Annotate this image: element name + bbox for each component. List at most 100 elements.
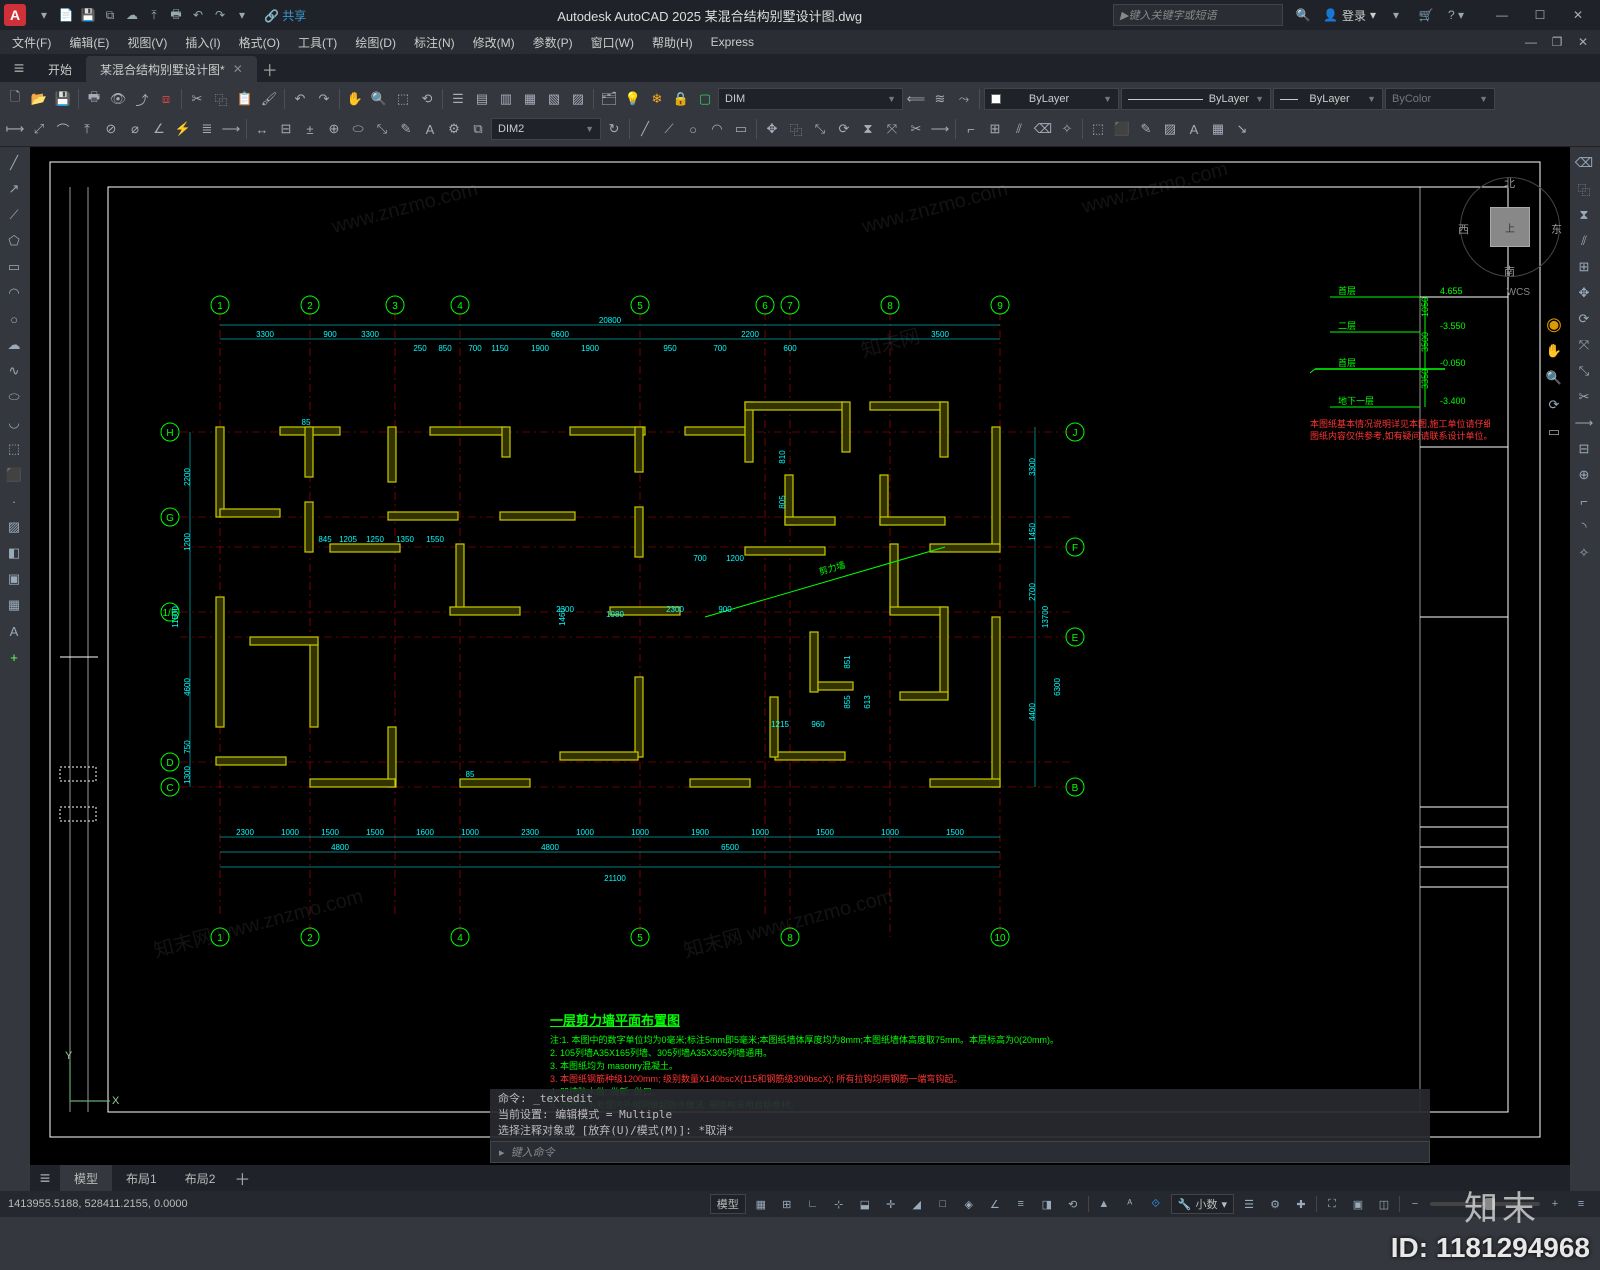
tab-layout1[interactable]: 布局1 — [112, 1165, 171, 1191]
command-input[interactable]: ▸ 键入命令 — [490, 1141, 1430, 1163]
dim-dia-icon[interactable]: ⌀ — [124, 118, 146, 140]
drawing-canvas[interactable]: 1 2 3 4 5 6 7 8 9 1 2 4 5 8 10 H — [30, 147, 1570, 1191]
rib-zoomwin-icon[interactable]: ⬚ — [392, 88, 414, 110]
menu-window[interactable]: 窗口(W) — [583, 32, 642, 53]
mod2-trim-icon[interactable]: ✂ — [1572, 385, 1596, 409]
viewcube-east[interactable]: 东 — [1551, 221, 1562, 237]
iso-plane-icon[interactable]: ▣ — [1347, 1194, 1369, 1214]
menu-dim[interactable]: 标注(N) — [406, 32, 463, 53]
dim-textedit-icon[interactable]: A — [419, 118, 441, 140]
otrack-toggle-icon[interactable]: ∠ — [984, 1194, 1006, 1214]
polar-toggle-icon[interactable]: ✛ — [880, 1194, 902, 1214]
rib-markup-icon[interactable]: ▧ — [543, 88, 565, 110]
block-create-icon[interactable]: ⬛ — [1111, 118, 1133, 140]
lineweight-combo[interactable]: ByLayer▼ — [1273, 88, 1383, 110]
dim-center-icon[interactable]: ⊕ — [323, 118, 345, 140]
view-cube[interactable]: 上 北 南 东 西 — [1460, 177, 1560, 277]
draw-circle-icon[interactable]: ○ — [682, 118, 704, 140]
customize-status-icon[interactable]: ≡ — [1570, 1194, 1592, 1214]
nav-zoom-icon[interactable]: 🔍 — [1542, 366, 1566, 390]
mod2-erase-icon[interactable]: ⌫ — [1572, 151, 1596, 175]
mod-stretch-icon[interactable]: ⤡ — [809, 118, 831, 140]
dim-baseline-icon[interactable]: ≣ — [196, 118, 218, 140]
mod-array-icon[interactable]: ⊞ — [984, 118, 1006, 140]
help-search-input[interactable]: ▶ 键入关键字或短语 — [1113, 4, 1283, 26]
menu-file[interactable]: 文件(F) — [4, 32, 59, 53]
tab-active-document[interactable]: 某混合结构别墅设计图*✕ — [86, 56, 257, 82]
tool-hatch-icon[interactable]: ▨ — [2, 515, 26, 539]
dim-jogged-icon[interactable]: ⤡ — [371, 118, 393, 140]
dim-override-icon[interactable]: ⚙ — [443, 118, 465, 140]
tool-insert-icon[interactable]: ⬚ — [2, 437, 26, 461]
osnap-toggle-icon[interactable]: □ — [932, 1194, 954, 1214]
rib-open-icon[interactable]: 📂 — [28, 88, 50, 110]
doc-restore-icon[interactable]: ❐ — [1544, 29, 1570, 55]
mod2-fillet-icon[interactable]: ◝ — [1572, 515, 1596, 539]
cycling-toggle-icon[interactable]: ⟲ — [1062, 1194, 1084, 1214]
mod2-join-icon[interactable]: ⊕ — [1572, 463, 1596, 487]
tool-addsel-icon[interactable]: + — [2, 645, 26, 669]
dim-aligned-icon[interactable]: ⤢ — [28, 118, 50, 140]
app-icon[interactable]: A — [4, 4, 26, 26]
nav-showmotion-icon[interactable]: ▭ — [1542, 420, 1566, 444]
dim-inspect-icon[interactable]: ⬭ — [347, 118, 369, 140]
rib-layerwalk-icon[interactable]: ⤳ — [953, 88, 975, 110]
rib-layerprev-icon[interactable]: ⟸ — [905, 88, 927, 110]
rib-print-icon[interactable]: 🖶 — [83, 88, 105, 110]
tool-mtext-icon[interactable]: A — [2, 619, 26, 643]
mod2-move-icon[interactable]: ✥ — [1572, 281, 1596, 305]
maximize-button[interactable]: ☐ — [1522, 2, 1558, 28]
rib-toolpal-icon[interactable]: ▥ — [495, 88, 517, 110]
share-button[interactable]: 🔗 共享 — [264, 7, 306, 24]
dim-style-combo[interactable]: DIM▼ — [718, 88, 903, 110]
anno-scale-icon[interactable]: ▲ — [1093, 1194, 1115, 1214]
rib-zoomprev-icon[interactable]: ⟲ — [416, 88, 438, 110]
tool-region-icon[interactable]: ▣ — [2, 567, 26, 591]
coords-readout[interactable]: 1413955.5188, 528411.2155, 0.0000 — [8, 1198, 188, 1210]
menu-view[interactable]: 视图(V) — [119, 32, 175, 53]
cart-icon[interactable]: 🛒 — [1416, 5, 1436, 25]
snap-toggle-icon[interactable]: ⊞ — [776, 1194, 798, 1214]
rib-layerlock-icon[interactable]: 🔒 — [670, 88, 692, 110]
leader-icon[interactable]: ↘ — [1231, 118, 1253, 140]
qat-redo-icon[interactable]: ↷ — [210, 5, 230, 25]
zoom-in-icon[interactable]: + — [1544, 1194, 1566, 1214]
qat-cloud-open-icon[interactable]: ☁ — [122, 5, 142, 25]
tool-table-icon[interactable]: ▦ — [2, 593, 26, 617]
rib-undo2-icon[interactable]: ↶ — [289, 88, 311, 110]
dim-continue-icon[interactable]: ⟶ — [220, 118, 242, 140]
tool-ellipsearc-icon[interactable]: ◡ — [2, 411, 26, 435]
anno-monitor-icon[interactable]: ✚ — [1290, 1194, 1312, 1214]
tool-ellipse-icon[interactable]: ⬭ — [2, 385, 26, 409]
clean-screen-icon[interactable]: ◫ — [1373, 1194, 1395, 1214]
mod2-stretch-icon[interactable]: ⤡ — [1572, 359, 1596, 383]
infer-toggle-icon[interactable]: ∟ — [802, 1194, 824, 1214]
qat-open-icon[interactable]: 📄 — [56, 5, 76, 25]
rib-pan-icon[interactable]: ✋ — [344, 88, 366, 110]
login-button[interactable]: 👤 登录 ▾ — [1323, 7, 1376, 24]
nav-pan-icon[interactable]: ✋ — [1542, 339, 1566, 363]
mod-offset-icon[interactable]: ⫽ — [1008, 118, 1030, 140]
grid-toggle-icon[interactable]: ▦ — [750, 1194, 772, 1214]
qat-more-icon[interactable]: ▾ — [232, 5, 252, 25]
rib-sheet-icon[interactable]: ▦ — [519, 88, 541, 110]
viewcube-face[interactable]: 上 — [1490, 207, 1530, 247]
dim-style-icon[interactable]: ⧉ — [467, 118, 489, 140]
mod-explode-icon[interactable]: ✧ — [1056, 118, 1078, 140]
dim-radius-icon[interactable]: ⊘ — [100, 118, 122, 140]
menu-tools[interactable]: 工具(T) — [290, 32, 345, 53]
doc-minimize-icon[interactable]: — — [1518, 29, 1544, 55]
mod-extend-icon[interactable]: ⟶ — [929, 118, 951, 140]
tool-revcloud-icon[interactable]: ☁ — [2, 333, 26, 357]
rib-layeron-icon[interactable]: 💡 — [622, 88, 644, 110]
draw-rect-icon[interactable]: ▭ — [730, 118, 752, 140]
add-layout-button[interactable]: ＋ — [229, 1165, 255, 1191]
qat-undo-icon[interactable]: ↶ — [188, 5, 208, 25]
autodesk-app-icon[interactable]: ▾ — [1386, 5, 1406, 25]
rib-layermgr-icon[interactable]: 🗂 — [598, 88, 620, 110]
dim-update-icon[interactable]: ↻ — [603, 118, 625, 140]
dim-break-icon[interactable]: ⊟ — [275, 118, 297, 140]
tool-gradient-icon[interactable]: ◧ — [2, 541, 26, 565]
nav-wheel-icon[interactable]: ◉ — [1542, 312, 1566, 336]
close-button[interactable]: ✕ — [1560, 2, 1596, 28]
